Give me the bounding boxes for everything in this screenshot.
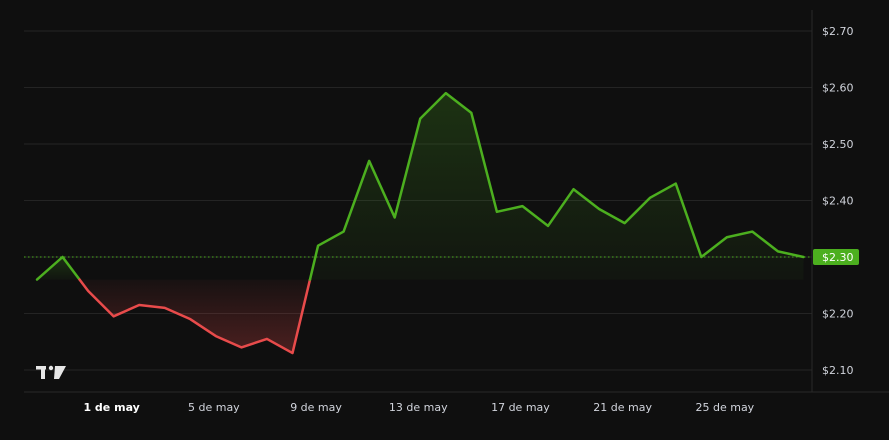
x-tick-label: 1 de may xyxy=(83,401,139,414)
current-price-label: $2.30 xyxy=(822,251,854,264)
y-tick-label: $2.70 xyxy=(822,25,854,38)
data-point[interactable] xyxy=(622,220,628,226)
data-point[interactable] xyxy=(213,333,219,339)
chart-svg: $2.70$2.60$2.50$2.40$2.30$2.20$2.10$2.30… xyxy=(24,10,889,414)
data-point[interactable] xyxy=(238,344,244,350)
x-tick-label: 25 de may xyxy=(695,401,754,414)
data-point[interactable] xyxy=(187,316,193,322)
data-point[interactable] xyxy=(417,116,423,122)
data-point[interactable] xyxy=(443,90,449,96)
data-point[interactable] xyxy=(341,229,347,235)
y-tick-label: $2.60 xyxy=(822,82,854,95)
data-point[interactable] xyxy=(60,254,66,260)
data-point[interactable] xyxy=(366,158,372,164)
price-chart[interactable]: $2.70$2.60$2.50$2.40$2.30$2.20$2.10$2.30… xyxy=(0,0,889,440)
data-point[interactable] xyxy=(315,243,321,249)
x-tick-label: 21 de may xyxy=(593,401,652,414)
tradingview-logo-icon[interactable] xyxy=(36,365,66,379)
data-point[interactable] xyxy=(673,181,679,187)
area-fill-up xyxy=(309,93,804,280)
y-tick-label: $2.20 xyxy=(822,308,854,321)
x-tick-label: 17 de may xyxy=(491,401,550,414)
data-point[interactable] xyxy=(162,305,168,311)
data-point[interactable] xyxy=(571,186,577,192)
x-tick-label: 5 de may xyxy=(188,401,240,414)
data-point[interactable] xyxy=(111,313,117,319)
data-point[interactable] xyxy=(34,277,40,283)
x-tick-label: 13 de may xyxy=(389,401,448,414)
data-point[interactable] xyxy=(545,223,551,229)
data-point[interactable] xyxy=(698,254,704,260)
x-tick-label: 9 de may xyxy=(290,401,342,414)
data-point[interactable] xyxy=(290,350,296,356)
y-tick-label: $2.50 xyxy=(822,138,854,151)
data-point[interactable] xyxy=(749,229,755,235)
data-point[interactable] xyxy=(264,336,270,342)
data-point[interactable] xyxy=(647,195,653,201)
data-point[interactable] xyxy=(724,234,730,240)
y-tick-label: $2.40 xyxy=(822,195,854,208)
data-point[interactable] xyxy=(519,203,525,209)
data-point[interactable] xyxy=(775,248,781,254)
data-point[interactable] xyxy=(468,110,474,116)
data-point[interactable] xyxy=(392,214,398,220)
data-point[interactable] xyxy=(136,302,142,308)
y-tick-label: $2.10 xyxy=(822,364,854,377)
data-point[interactable] xyxy=(494,209,500,215)
data-point[interactable] xyxy=(596,206,602,212)
data-point[interactable] xyxy=(85,288,91,294)
data-point[interactable] xyxy=(801,254,807,260)
